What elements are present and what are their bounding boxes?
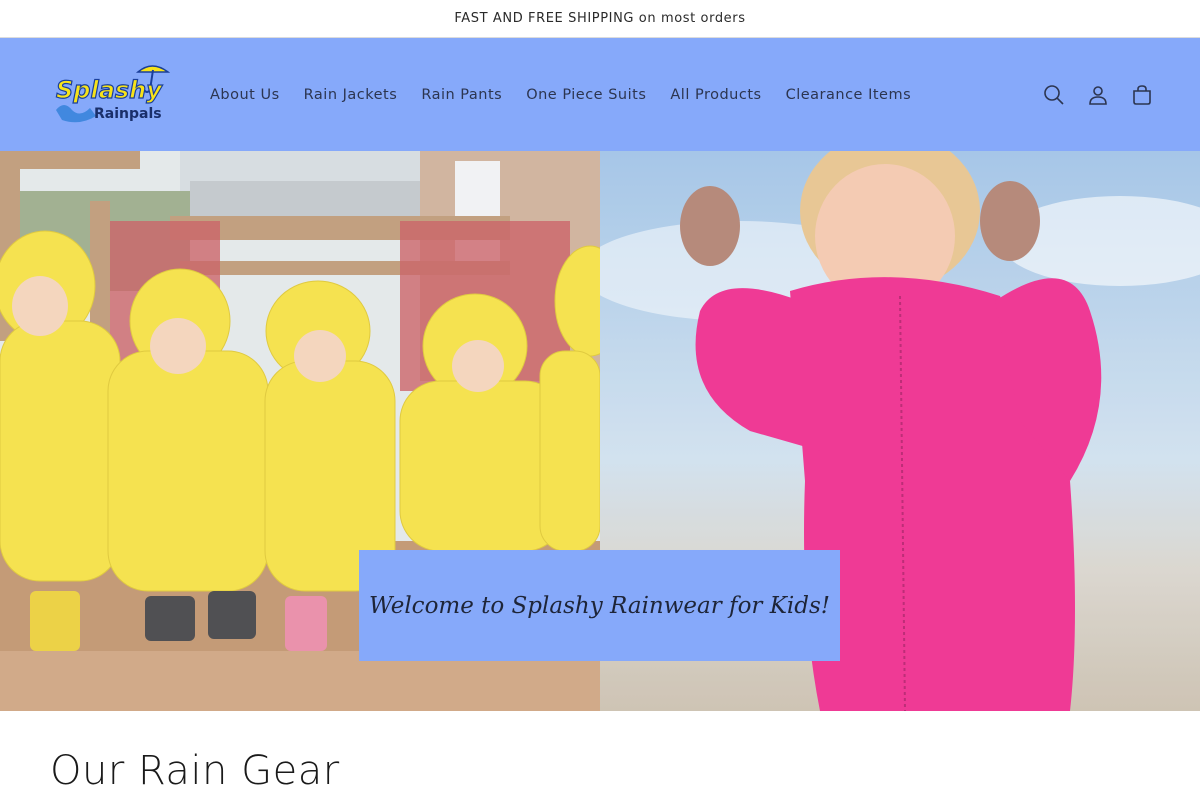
section-title-rain-gear: Our Rain Gear xyxy=(50,748,340,794)
announcement-bar: FAST AND FREE SHIPPING on most orders xyxy=(0,0,1200,38)
nav-rain-pants[interactable]: Rain Pants xyxy=(409,87,514,103)
announcement-text: FAST AND FREE SHIPPING on most orders xyxy=(454,11,746,26)
nav-rain-jackets[interactable]: Rain Jackets xyxy=(292,87,410,103)
main-nav: About Us Rain Jackets Rain Pants One Pie… xyxy=(198,38,923,151)
logo-text-primary: Splashy xyxy=(56,76,163,104)
logo-text-secondary: Rainpals xyxy=(94,106,162,122)
account-icon[interactable] xyxy=(1086,83,1110,107)
hero-welcome-text: Welcome to Splashy Rainwear for Kids! xyxy=(368,592,831,619)
site-header: Splashy Rainpals About Us Rain Jackets R… xyxy=(0,38,1200,151)
store-logo[interactable]: Splashy Rainpals xyxy=(50,60,171,126)
nav-about-us[interactable]: About Us xyxy=(198,87,292,103)
hero-section: Welcome to Splashy Rainwear for Kids! xyxy=(0,151,1200,711)
nav-clearance-items[interactable]: Clearance Items xyxy=(774,87,924,103)
nav-one-piece-suits[interactable]: One Piece Suits xyxy=(514,87,658,103)
header-icons xyxy=(1042,38,1154,151)
hero-welcome-banner: Welcome to Splashy Rainwear for Kids! xyxy=(359,550,840,661)
cart-icon[interactable] xyxy=(1130,83,1154,107)
search-icon[interactable] xyxy=(1042,83,1066,107)
nav-all-products[interactable]: All Products xyxy=(658,87,773,103)
